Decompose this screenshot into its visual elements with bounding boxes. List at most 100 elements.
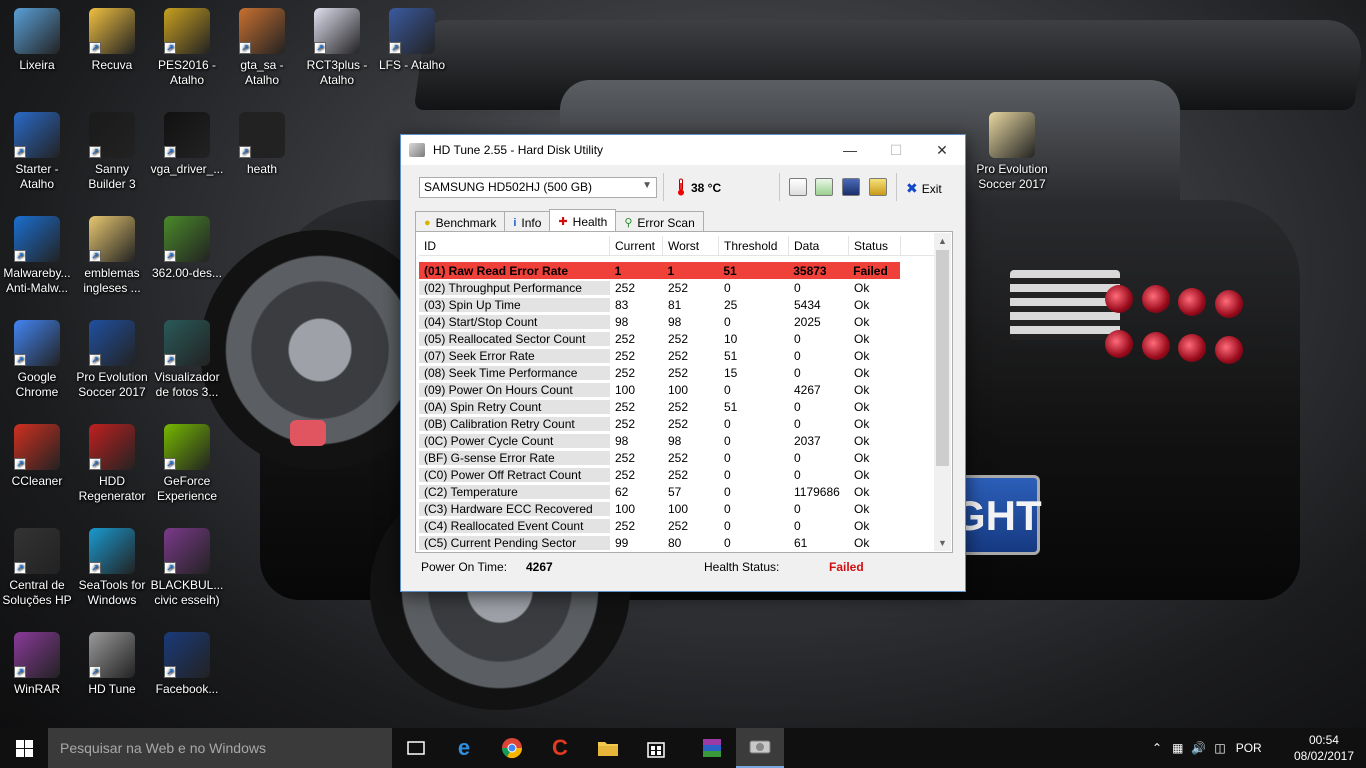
desktop-icon[interactable]: ↗ GeForce Experience xyxy=(150,424,224,504)
desktop-icon[interactable]: ↗ Malwareby... Anti-Malw... xyxy=(0,216,74,296)
copy-info-icon[interactable] xyxy=(789,178,807,196)
desktop-icon[interactable]: ↗ Starter - Atalho xyxy=(0,112,74,192)
desktop-icon[interactable]: ↗ WinRAR xyxy=(0,632,74,697)
start-button[interactable] xyxy=(0,728,48,768)
desktop-icon[interactable]: ↗ 362.00-des... xyxy=(150,216,224,281)
table-row[interactable]: (0A) Spin Retry Count 252 252 51 0 Ok xyxy=(419,398,934,415)
task-view-icon[interactable] xyxy=(392,728,440,768)
store-icon[interactable] xyxy=(632,728,680,768)
table-row[interactable]: (0C) Power Cycle Count 98 98 0 2037 Ok xyxy=(419,432,934,449)
title-bar[interactable]: HD Tune 2.55 - Hard Disk Utility — ☐ ✕ xyxy=(401,135,965,165)
table-row[interactable]: (01) Raw Read Error Rate 1 1 51 35873 Failed xyxy=(419,262,900,279)
tab-benchmark[interactable]: ● Benchmark xyxy=(415,211,506,231)
table-row[interactable]: (03) Spin Up Time 83 81 25 5434 Ok xyxy=(419,296,934,313)
scroll-down-icon[interactable]: ▼ xyxy=(934,535,951,551)
exit-button[interactable]: ✖ Exit xyxy=(906,180,942,197)
table-row[interactable]: (07) Seek Error Rate 252 252 51 0 Ok xyxy=(419,347,934,364)
copy-screenshot-icon[interactable] xyxy=(815,178,833,196)
desktop-icon[interactable]: ↗ Sanny Builder 3 xyxy=(75,112,149,192)
language-indicator[interactable]: POR xyxy=(1236,741,1262,755)
scroll-up-icon[interactable]: ▲ xyxy=(934,233,951,249)
maximize-button[interactable]: ☐ xyxy=(873,135,919,165)
desktop-icon[interactable]: ↗ Facebook... xyxy=(150,632,224,697)
desktop-icon[interactable]: ↗ vga_driver_... xyxy=(150,112,224,177)
desktop-icon[interactable]: ↗ Pro Evolution Soccer 2017 xyxy=(75,320,149,400)
close-button[interactable]: ✕ xyxy=(919,135,965,165)
column-header-worst[interactable]: Worst xyxy=(663,236,719,256)
column-header-current[interactable]: Current xyxy=(610,236,663,256)
desktop-icon[interactable]: ↗ LFS - Atalho xyxy=(375,8,449,73)
taskbar: Pesquisar na Web e no Windows e C ⌃ ▦ 🔊 … xyxy=(0,728,1366,768)
cell-id: (02) Throughput Performance xyxy=(419,280,610,295)
desktop-icon[interactable]: ↗ HDD Regenerator xyxy=(75,424,149,504)
winrar-icon[interactable] xyxy=(688,728,736,768)
hdtune-window[interactable]: HD Tune 2.55 - Hard Disk Utility — ☐ ✕ S… xyxy=(400,134,966,592)
wallpaper-taillight xyxy=(1215,336,1243,364)
desktop-icon[interactable]: ↗ BLACKBUL... civic esseih) xyxy=(150,528,224,608)
column-header-threshold[interactable]: Threshold xyxy=(719,236,789,256)
table-row[interactable]: (02) Throughput Performance 252 252 0 0 Ok xyxy=(419,279,934,296)
edge-icon[interactable]: e xyxy=(440,728,488,768)
table-row[interactable]: (05) Reallocated Sector Count 252 252 10 0 Ok xyxy=(419,330,934,347)
table-row[interactable]: (C2) Temperature 62 57 0 1179686 Ok xyxy=(419,483,934,500)
desktop-icon[interactable]: Lixeira xyxy=(0,8,74,73)
desktop-icon[interactable]: ↗ Recuva xyxy=(75,8,149,73)
desktop-icon[interactable]: ↗ CCleaner xyxy=(0,424,74,489)
cell-data: 0 xyxy=(794,331,801,346)
recuva-icon: ↗ xyxy=(89,8,135,54)
table-row[interactable]: (C5) Current Pending Sector 99 80 0 61 Ok xyxy=(419,534,934,551)
drive-select[interactable]: SAMSUNG HD502HJ (500 GB) ▼ xyxy=(419,177,657,198)
tab-health[interactable]: ✚ Health xyxy=(549,209,617,231)
desktop-icon[interactable]: ↗ emblemas ingleses ... xyxy=(75,216,149,296)
desktop-icon[interactable]: ↗ RCT3plus - Atalho xyxy=(300,8,374,88)
network-icon[interactable]: ▦ xyxy=(1172,741,1183,755)
ccleaner-icon[interactable]: C xyxy=(536,728,584,768)
desktop-icon[interactable]: ↗ SeaTools for Windows xyxy=(75,528,149,608)
search-box[interactable]: Pesquisar na Web e no Windows xyxy=(48,728,392,768)
save-icon[interactable] xyxy=(842,178,860,196)
options-icon[interactable] xyxy=(869,178,887,196)
desktop-icon-label: SeaTools for Windows xyxy=(78,578,146,607)
table-row[interactable]: (08) Seek Time Performance 252 252 15 0 Ok xyxy=(419,364,934,381)
table-row[interactable]: (C0) Power Off Retract Count 252 252 0 0 Ok xyxy=(419,466,934,483)
drive-select-value: SAMSUNG HD502HJ (500 GB) xyxy=(424,180,593,194)
table-row[interactable]: (C4) Reallocated Event Count 252 252 0 0 Ok xyxy=(419,517,934,534)
file-explorer-icon[interactable] xyxy=(584,728,632,768)
cell-id: (01) Raw Read Error Rate xyxy=(419,263,610,278)
desktop-icon[interactable]: ↗ PES2016 - Atalho xyxy=(150,8,224,88)
table-row[interactable]: (0B) Calibration Retry Count 252 252 0 0 Ok xyxy=(419,415,934,432)
desktop-icon-label: Starter - Atalho xyxy=(15,162,59,191)
table-row[interactable]: (04) Start/Stop Count 98 98 0 2025 Ok xyxy=(419,313,934,330)
cell-data: 0 xyxy=(794,467,801,482)
scrollbar-thumb[interactable] xyxy=(936,250,949,466)
tab-error-scan[interactable]: ⚲ Error Scan xyxy=(615,211,704,231)
column-header-status[interactable]: Status xyxy=(849,236,901,256)
desktop-icon-label: GeForce Experience xyxy=(156,474,218,503)
notification-icon[interactable]: ◫ xyxy=(1214,741,1225,755)
cell-status: Ok xyxy=(854,518,870,533)
desktop-icon[interactable]: ↗ Central de Soluções HP xyxy=(0,528,74,608)
desktop-icon[interactable]: ↗ Visualizador de fotos 3... xyxy=(150,320,224,400)
desktop-icon[interactable]: ↗ Google Chrome xyxy=(0,320,74,400)
pes2016-icon: ↗ xyxy=(164,8,210,54)
table-row[interactable]: (BF) G-sense Error Rate 252 252 0 0 Ok xyxy=(419,449,934,466)
table-row[interactable]: (C3) Hardware ECC Recovered 100 100 0 0 Ok xyxy=(419,500,934,517)
smart-table[interactable]: ID Current Worst Threshold Data Status (… xyxy=(419,236,934,552)
hdtune-icon[interactable] xyxy=(736,728,784,768)
chevron-up-icon[interactable]: ⌃ xyxy=(1152,741,1162,755)
shortcut-arrow-icon: ↗ xyxy=(14,458,26,470)
column-header-id[interactable]: ID xyxy=(419,236,610,256)
chrome-icon[interactable] xyxy=(488,728,536,768)
vertical-scrollbar[interactable]: ▲ ▼ xyxy=(934,233,951,551)
clock[interactable]: 00:54 08/02/2017 xyxy=(1294,732,1354,764)
column-header-data[interactable]: Data xyxy=(789,236,849,256)
volume-icon[interactable]: 🔊 xyxy=(1191,741,1206,755)
desktop-icon[interactable]: ↗ heath xyxy=(225,112,299,177)
desktop-icon[interactable]: Pro Evolution Soccer 2017 xyxy=(975,112,1049,192)
minimize-button[interactable]: — xyxy=(827,135,873,165)
desktop-icon[interactable]: ↗ gta_sa - Atalho xyxy=(225,8,299,88)
table-row[interactable]: (09) Power On Hours Count 100 100 0 4267 Ok xyxy=(419,381,934,398)
desktop-icon[interactable]: ↗ HD Tune xyxy=(75,632,149,697)
rct3-icon: ↗ xyxy=(314,8,360,54)
tab-info[interactable]: i Info xyxy=(504,211,551,231)
